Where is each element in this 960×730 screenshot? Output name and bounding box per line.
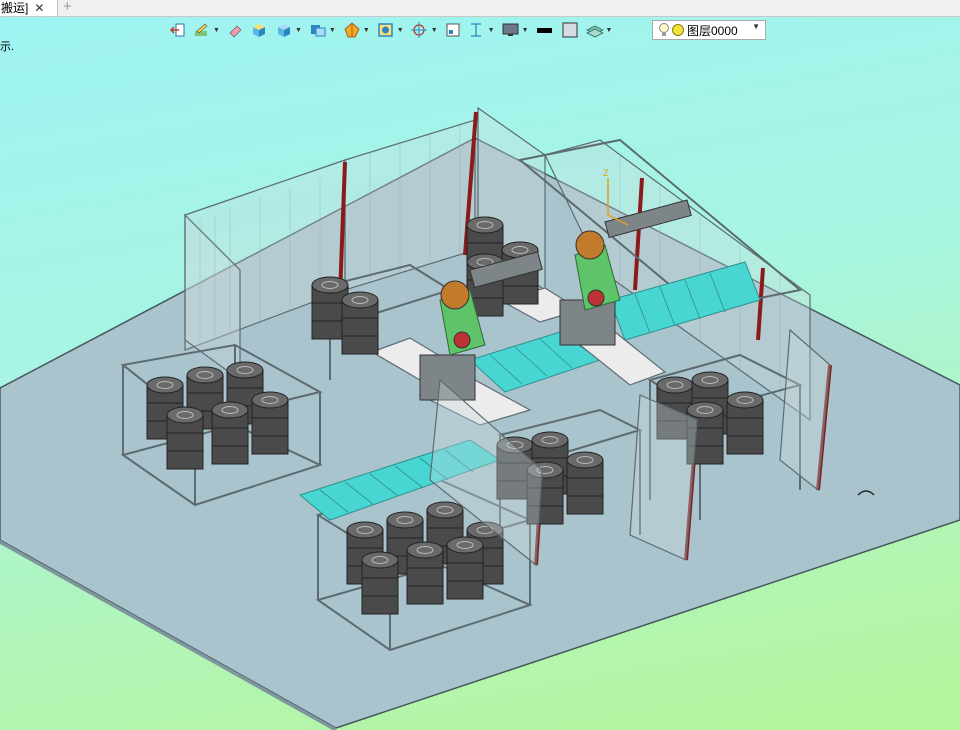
layer-name: 图层0000 <box>687 23 738 38</box>
barrel-body <box>166 432 204 452</box>
barrel-top <box>166 406 204 424</box>
3d-viewport[interactable]: Z 搬运] ✕ + 示. ▼ ▼ ▼ ▼ ▼ ▼ ▼ ▼ ▼ 图层0000 ▼ <box>0 0 960 730</box>
snap-point-button[interactable]: ▼ <box>409 19 440 41</box>
barrel-body <box>211 445 249 465</box>
chevron-down-icon[interactable]: ▼ <box>752 22 760 31</box>
black-line-icon <box>536 28 552 33</box>
line-color-button[interactable] <box>534 19 556 41</box>
barrel-top <box>346 521 384 539</box>
sketch-tools-button[interactable]: ▼ <box>191 19 222 41</box>
barrel-top <box>406 541 444 559</box>
target-icon <box>410 22 427 38</box>
barrel-body <box>251 435 289 455</box>
exit-sketch-button[interactable] <box>168 19 188 41</box>
solid-cube-icon <box>277 24 290 37</box>
barrel-top <box>186 366 224 384</box>
barrel-body <box>406 585 444 605</box>
barrel-body <box>251 417 289 437</box>
barrel-body <box>211 427 249 447</box>
barrel-body <box>341 317 379 337</box>
document-tab-bar: 搬运] ✕ + <box>0 0 960 17</box>
barrel-body <box>361 595 399 615</box>
barrel-top <box>446 536 484 554</box>
barrel-top <box>691 371 729 389</box>
sphere-icon <box>344 22 360 38</box>
monitor-view-button[interactable]: ▼ <box>500 19 531 41</box>
layers-button[interactable]: ▼ <box>584 19 615 41</box>
document-tab-label: 搬运] <box>1 1 29 15</box>
barrel-top <box>566 451 604 469</box>
solid-box-button[interactable]: ▼ <box>273 19 304 41</box>
barrel-body <box>361 577 399 597</box>
layer-select[interactable]: 图层0000 ▼ <box>652 20 766 40</box>
barrel-top <box>426 501 464 519</box>
barrel-top <box>531 431 569 449</box>
lightbulb-icon[interactable] <box>657 22 671 38</box>
sketch-pencil-icon <box>195 23 208 36</box>
layers-icon <box>585 25 604 38</box>
eraser-icon <box>229 25 242 38</box>
frame-icon <box>446 23 460 37</box>
shaded-cube-icon <box>252 24 265 37</box>
barrel-top <box>251 391 289 409</box>
dimension-button[interactable]: ▼ <box>466 19 497 41</box>
new-tab-icon[interactable]: + <box>63 0 72 15</box>
barrel-top <box>656 376 694 394</box>
eraser-button[interactable] <box>225 19 245 41</box>
shaded-box-button[interactable] <box>248 19 270 41</box>
dimension-icon <box>470 23 481 37</box>
barrel-top <box>211 401 249 419</box>
barrel-body <box>341 335 379 355</box>
barrel-top <box>226 361 264 379</box>
barrel-top <box>386 511 424 529</box>
render-icon <box>378 23 393 37</box>
arrow-exit-icon <box>170 23 185 37</box>
barrel-body <box>446 580 484 600</box>
barrel-top <box>146 376 184 394</box>
document-tab[interactable]: 搬运] ✕ <box>0 0 58 16</box>
barrel-top <box>726 391 764 409</box>
barrel-body <box>566 495 604 515</box>
gray-square-icon <box>562 22 577 38</box>
fill-color-button[interactable] <box>559 19 581 41</box>
barrel-body <box>726 435 764 455</box>
close-icon[interactable]: ✕ <box>34 1 44 15</box>
barrel-top <box>341 291 379 309</box>
viewport-hint-text: 示. <box>0 41 15 53</box>
view-orientation-button[interactable]: ▼ <box>307 19 338 41</box>
barrel-top <box>361 551 399 569</box>
barrel-body <box>166 450 204 470</box>
barrel-body <box>726 417 764 437</box>
barrel-top <box>311 276 349 294</box>
barrel-body <box>501 285 539 305</box>
render-mode-button[interactable]: ▼ <box>375 19 406 41</box>
barrel-top <box>466 216 504 234</box>
view-cube-icon <box>310 25 326 37</box>
barrel-body <box>406 567 444 587</box>
monitor-icon <box>502 23 519 36</box>
frame-button[interactable] <box>443 19 463 41</box>
barrel-top <box>686 401 724 419</box>
yellow-circle-icon[interactable] <box>671 22 685 38</box>
barrel-body <box>566 477 604 497</box>
cad-model-scene[interactable]: Z <box>0 0 960 730</box>
display-style-button[interactable]: ▼ <box>341 19 372 41</box>
view-toolbar: ▼ ▼ ▼ ▼ ▼ ▼ ▼ ▼ ▼ <box>168 18 614 42</box>
svg-text:Z: Z <box>603 168 609 178</box>
barrel-body <box>446 562 484 582</box>
